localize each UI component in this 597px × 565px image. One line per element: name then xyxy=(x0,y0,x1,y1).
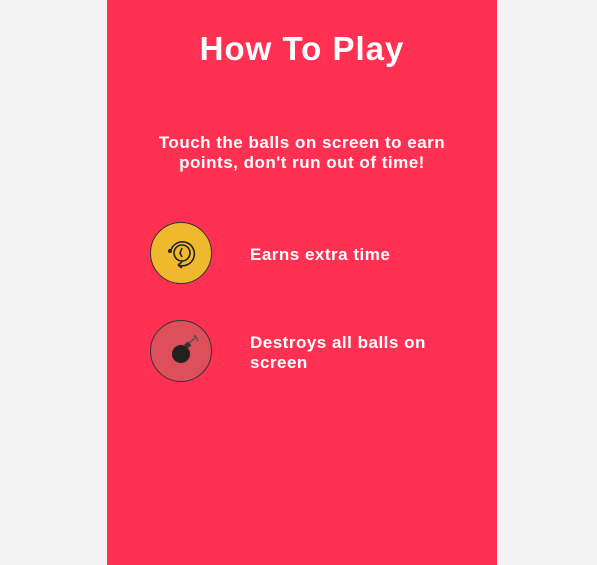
item-label: Earns extra time xyxy=(250,245,391,264)
list-item-bomb: Destroys all balls on screen xyxy=(150,320,480,382)
bomb-icon xyxy=(172,334,199,363)
time-ball xyxy=(150,222,212,284)
time-restore-icon xyxy=(168,241,196,269)
instructions-text: Touch the balls on screen to earn points… xyxy=(158,133,446,172)
item-label: Destroys all balls on screen xyxy=(250,333,426,372)
how-to-play-panel: How To Play Touch the balls on screen to… xyxy=(107,0,497,565)
list-item-extra-time: Earns extra time xyxy=(150,222,480,284)
page-title: How To Play xyxy=(199,30,405,67)
bomb-ball xyxy=(150,320,212,382)
